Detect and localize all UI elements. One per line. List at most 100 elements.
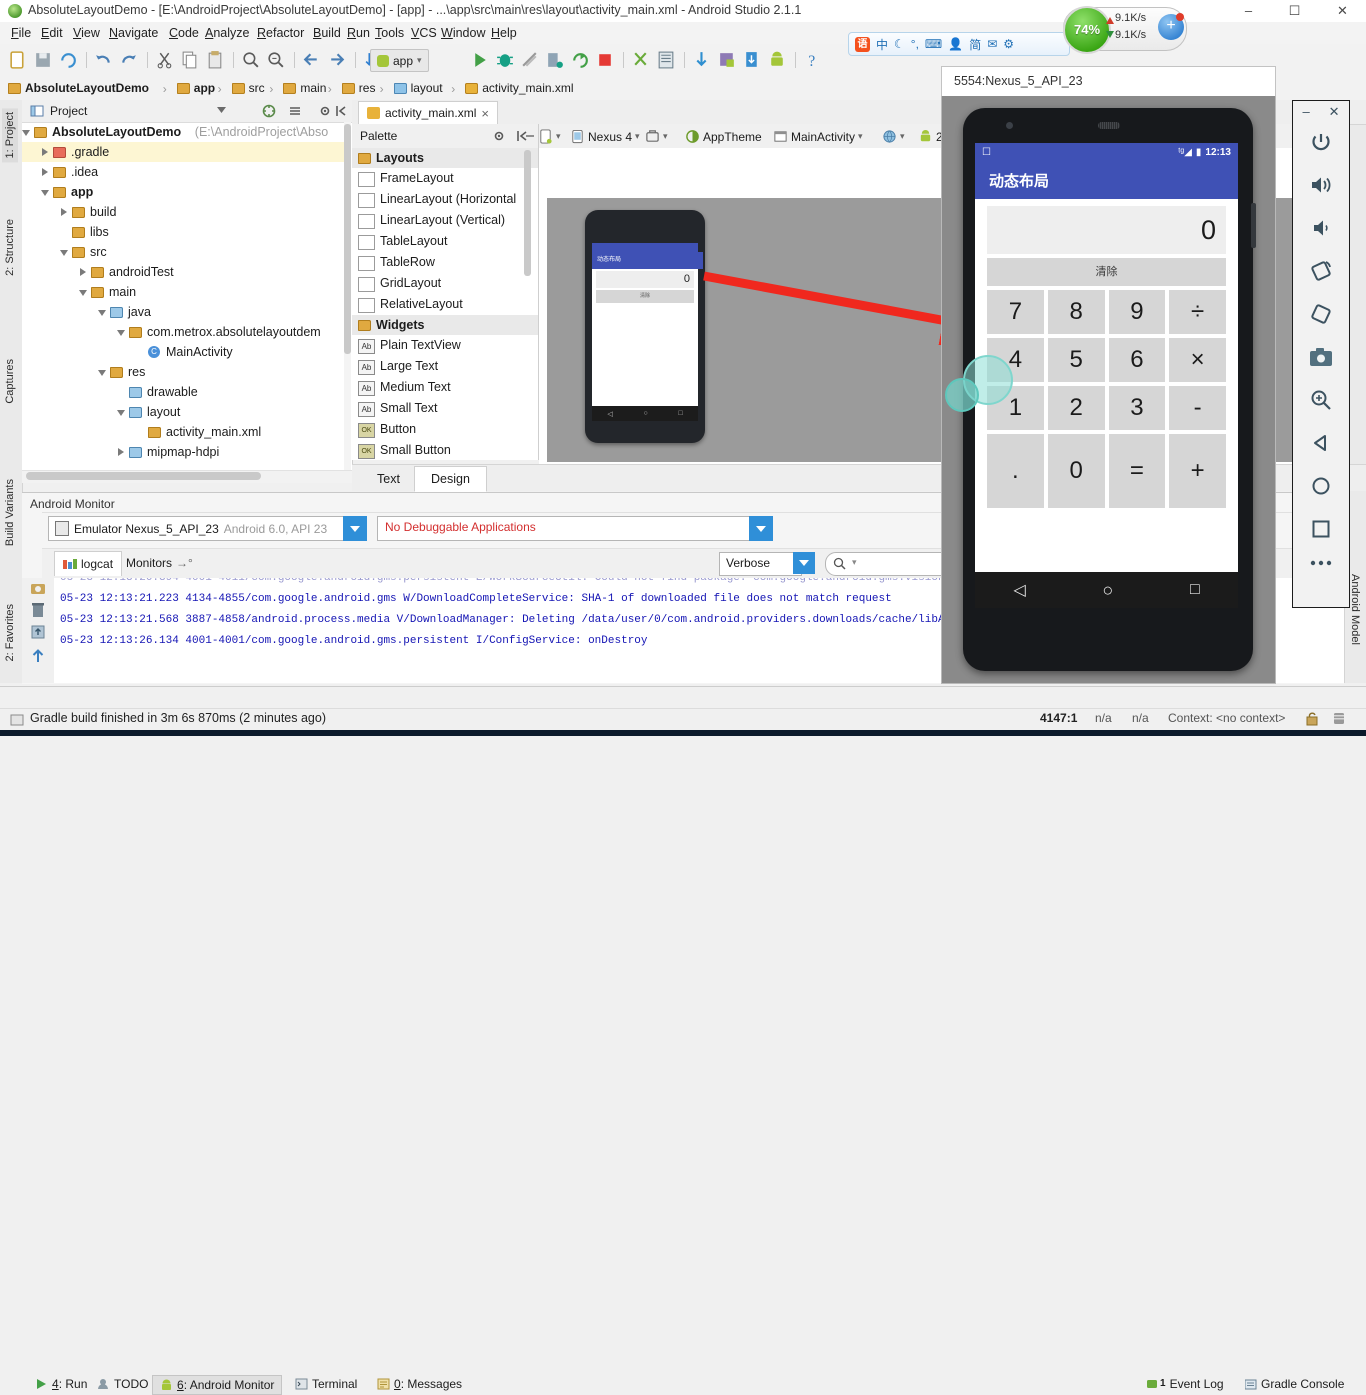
tool-tab-structure[interactable]: 2: Structure xyxy=(2,215,18,280)
tab-design[interactable]: Design xyxy=(414,466,487,492)
breadcrumb-src[interactable]: src xyxy=(231,80,265,96)
tab-activity-main-xml[interactable]: activity_main.xml × xyxy=(358,101,498,124)
log-level-arrow[interactable] xyxy=(793,552,815,574)
emulator-close-button[interactable]: ✕ xyxy=(1329,104,1340,120)
lock-icon[interactable] xyxy=(1305,711,1319,726)
menu-view[interactable]: View xyxy=(68,25,105,41)
chevron-down-icon[interactable] xyxy=(217,107,226,114)
nav-overview-icon[interactable]: □ xyxy=(1190,581,1200,599)
chevron-right-icon[interactable] xyxy=(41,168,49,176)
design-device-name[interactable]: Nexus 4 ▾ xyxy=(570,128,640,145)
chevron-right-icon[interactable] xyxy=(79,268,87,276)
help-icon[interactable]: ? xyxy=(803,50,823,70)
tree-node[interactable]: main xyxy=(22,282,344,302)
palette-item-gridlayout[interactable]: GridLayout xyxy=(352,273,538,294)
emulator-side-button[interactable] xyxy=(1251,203,1256,248)
tree-node[interactable]: app xyxy=(22,182,344,202)
chevron-down-icon[interactable] xyxy=(41,188,49,196)
palette-item-button[interactable]: OK Button xyxy=(352,419,538,440)
find-replace-icon[interactable] xyxy=(266,50,286,70)
window-minimize-button[interactable]: – xyxy=(1226,0,1271,22)
emulator-power-button[interactable] xyxy=(1293,120,1349,163)
tab-text[interactable]: Text xyxy=(360,466,417,492)
tree-node[interactable]: layout xyxy=(22,402,344,422)
debug-icon[interactable] xyxy=(495,50,515,70)
menu-window[interactable]: Window xyxy=(436,25,490,41)
back-icon[interactable] xyxy=(302,50,322,70)
tree-node[interactable]: build xyxy=(22,202,344,222)
collapse-all-icon[interactable] xyxy=(262,104,276,118)
chevron-down-icon[interactable] xyxy=(117,328,125,336)
menu-code[interactable]: Code xyxy=(164,25,204,41)
context-indicator[interactable]: Context: <no context> xyxy=(1168,711,1285,725)
emulator-minimize-button[interactable]: – xyxy=(1302,104,1309,120)
tree-node[interactable]: res xyxy=(22,362,344,382)
ime-keyboard-icon[interactable]: ⌨ xyxy=(925,37,942,51)
preview-screen[interactable]: 动态布局 0 清除 ◁ ○ □ xyxy=(592,243,703,421)
restart-icon[interactable] xyxy=(570,50,590,70)
menu-analyze[interactable]: Analyze xyxy=(200,25,254,41)
ime-toolbar[interactable]: 语 中 ☾ °, ⌨ 👤 简 ✉ ⚙ xyxy=(848,32,1070,56)
tree-node[interactable]: drawable xyxy=(22,382,344,402)
design-orientation-selector[interactable]: ▾ xyxy=(645,128,668,145)
ime-moon-icon[interactable]: ☾ xyxy=(894,37,905,51)
copy-icon[interactable] xyxy=(180,50,200,70)
tool-window-terminal[interactable]: Terminal xyxy=(288,1375,364,1393)
palette-item-relativelayout[interactable]: RelativeLayout xyxy=(352,294,538,315)
calculator-key-8[interactable]: 8 xyxy=(1047,290,1105,334)
palette-item-tablerow[interactable]: TableRow xyxy=(352,252,538,273)
tab-logcat[interactable]: logcat xyxy=(54,551,123,576)
tree-node[interactable]: java xyxy=(22,302,344,322)
emulator-overview-button[interactable] xyxy=(1293,507,1349,550)
coverage-icon[interactable] xyxy=(520,50,540,70)
caret-position[interactable]: 4147:1 xyxy=(1040,711,1077,725)
project-hscrollbar-thumb[interactable] xyxy=(26,472,261,480)
log-level-selector[interactable]: Verbose xyxy=(719,552,802,576)
ime-simplified-icon[interactable]: 简 xyxy=(969,36,981,53)
chevron-down-icon[interactable] xyxy=(22,128,30,136)
nav-back-icon[interactable]: ◁ xyxy=(1013,580,1025,600)
chevron-right-icon[interactable] xyxy=(117,448,125,456)
menu-help[interactable]: Help xyxy=(486,25,522,41)
palette-item-mediumtext[interactable]: Ab Medium Text xyxy=(352,377,538,398)
tree-node[interactable]: activity_main.xml xyxy=(22,422,344,442)
tree-node[interactable]: libs xyxy=(22,222,344,242)
redo-icon[interactable] xyxy=(119,50,139,70)
emulator-volume-up-button[interactable] xyxy=(1293,163,1349,206)
tree-node[interactable]: com.metrox.absolutelayoutdem xyxy=(22,322,344,342)
palette-item-tablelayout[interactable]: TableLayout xyxy=(352,231,538,252)
scroll-up-icon[interactable] xyxy=(31,648,45,664)
tree-node[interactable]: C MainActivity xyxy=(22,342,344,362)
menu-tools[interactable]: Tools xyxy=(370,25,409,41)
nav-home-icon[interactable]: ○ xyxy=(1102,580,1113,601)
tool-tab-buildvariants[interactable]: Build Variants xyxy=(2,475,18,550)
encoding-indicator[interactable]: n/a xyxy=(1095,711,1112,725)
menu-edit[interactable]: Edit xyxy=(36,25,68,41)
gear-icon[interactable] xyxy=(492,129,506,143)
paste-icon[interactable] xyxy=(205,50,225,70)
palette-group-layouts[interactable]: Layouts xyxy=(352,148,538,168)
palette-item-smallbutton[interactable]: OK Small Button xyxy=(352,440,538,460)
tool-window-gradleconsole[interactable]: Gradle Console xyxy=(1238,1375,1351,1393)
design-locale-selector[interactable]: ▾ xyxy=(882,128,905,145)
ime-settings-icon[interactable]: ⚙ xyxy=(1003,37,1014,51)
palette-item-plaintextview[interactable]: Ab Plain TextView xyxy=(352,335,538,356)
new-file-icon[interactable] xyxy=(8,50,28,70)
ime-user-icon[interactable]: 👤 xyxy=(948,37,963,51)
chevron-down-icon[interactable] xyxy=(79,288,87,296)
calculator-key-+[interactable]: + xyxy=(1169,434,1226,508)
ime-punct-icon[interactable]: °, xyxy=(911,37,919,51)
breadcrumb-activitymainxml[interactable]: activity_main.xml xyxy=(465,80,574,96)
cut-icon[interactable] xyxy=(155,50,175,70)
calculator-key-×[interactable]: × xyxy=(1169,338,1226,382)
breadcrumb-main[interactable]: main xyxy=(283,80,326,96)
window-close-button[interactable]: ✕ xyxy=(1320,0,1365,22)
run-icon[interactable] xyxy=(470,50,490,70)
tree-node[interactable]: androidTest xyxy=(22,262,344,282)
chevron-right-icon[interactable] xyxy=(60,208,68,216)
emulator-zoom-button[interactable] xyxy=(1293,378,1349,421)
emulator-screen[interactable]: ☐ ᵗᵍ◢ ▮ 12:13 动态布局 0 清除 7 8 9 ÷ 4 5 6 × 1 2 3-. 0 = + xyxy=(975,143,1238,608)
emulator-screenshot-button[interactable] xyxy=(1293,335,1349,378)
device-selector-arrow[interactable] xyxy=(343,516,367,541)
calculator-key-0[interactable]: 0 xyxy=(1047,434,1105,508)
